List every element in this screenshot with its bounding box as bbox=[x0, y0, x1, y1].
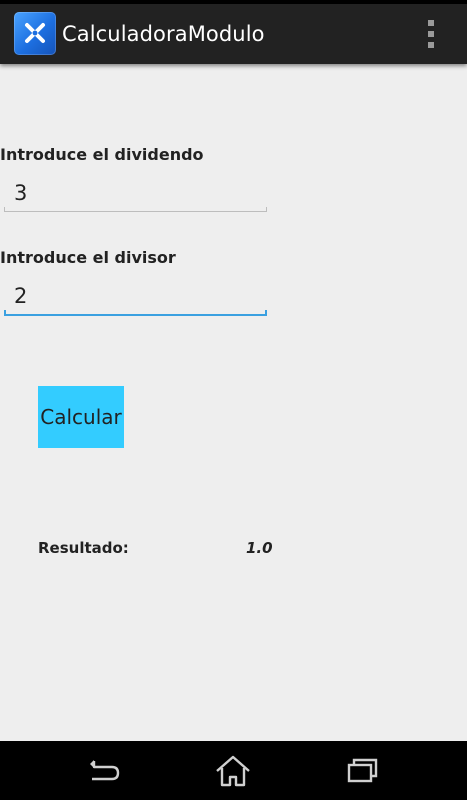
dividend-underline bbox=[4, 207, 267, 212]
home-icon[interactable] bbox=[211, 753, 255, 789]
action-bar: CalculadoraModulo bbox=[0, 4, 467, 64]
app-title: CalculadoraModulo bbox=[62, 22, 265, 46]
calculate-button[interactable]: Calcular bbox=[38, 386, 124, 448]
back-icon[interactable] bbox=[82, 753, 126, 789]
app-logo-icon[interactable] bbox=[14, 12, 56, 55]
overflow-menu-icon[interactable] bbox=[420, 18, 442, 50]
divisor-label: Introduce el divisor bbox=[0, 248, 176, 267]
result-label: Resultado: bbox=[38, 539, 129, 557]
navigation-bar bbox=[0, 741, 467, 800]
dividend-input[interactable] bbox=[4, 175, 267, 211]
recent-apps-icon[interactable] bbox=[340, 753, 384, 789]
result-value: 1.0 bbox=[246, 539, 273, 557]
divisor-underline bbox=[4, 310, 267, 316]
divisor-input[interactable] bbox=[4, 278, 267, 314]
dividend-label: Introduce el dividendo bbox=[0, 145, 204, 164]
